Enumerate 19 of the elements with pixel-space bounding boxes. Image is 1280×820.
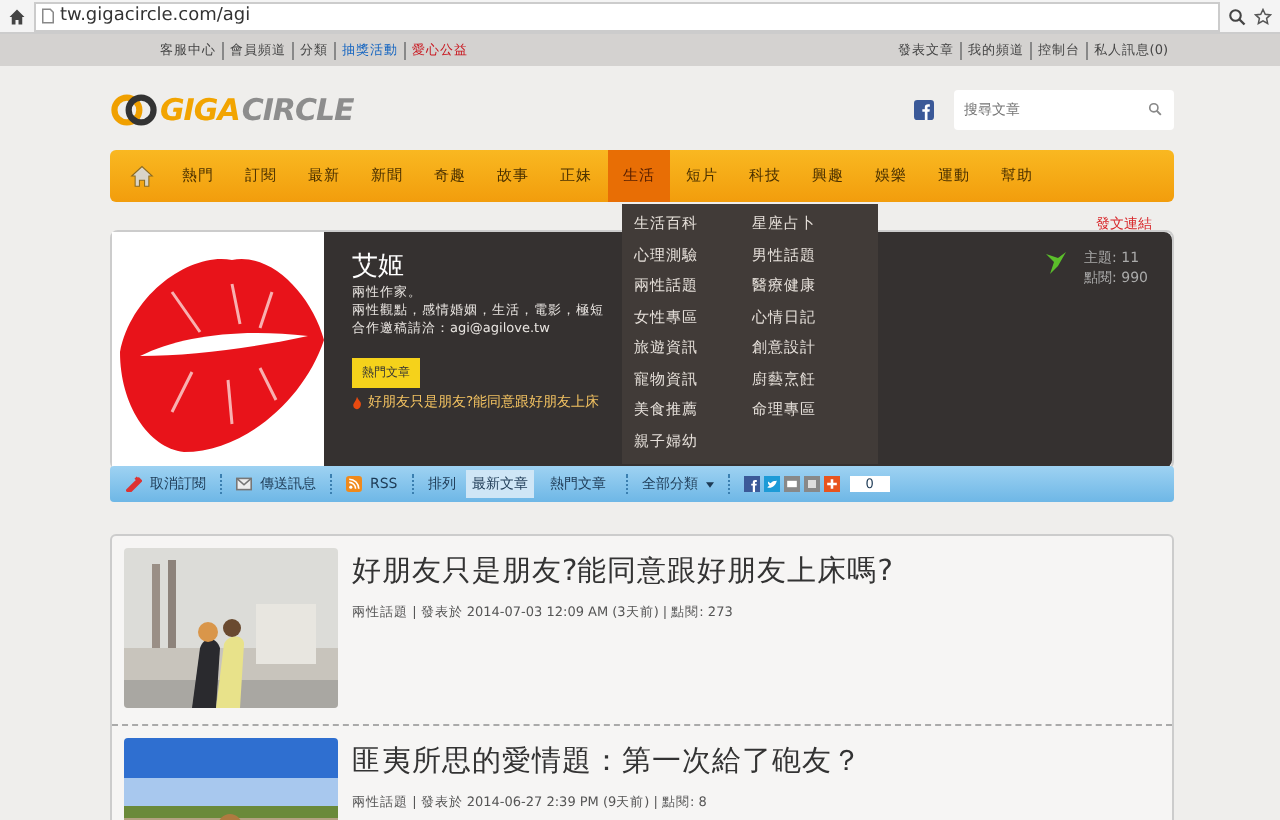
facebook-icon[interactable] xyxy=(914,100,934,120)
zoom-icon[interactable] xyxy=(1228,7,1246,25)
flame-icon xyxy=(352,396,362,410)
caret-icon xyxy=(705,481,714,487)
home-icon[interactable] xyxy=(8,7,26,25)
star-icon[interactable] xyxy=(1254,7,1272,25)
profile-name: 艾姬 xyxy=(352,252,404,284)
address-bar[interactable]: tw.gigacircle.com/agi xyxy=(34,1,1220,31)
rss-icon xyxy=(346,476,362,492)
mail-icon[interactable] xyxy=(783,476,800,492)
plus-icon[interactable] xyxy=(823,476,840,492)
facebook-icon[interactable] xyxy=(743,476,760,492)
print-icon[interactable] xyxy=(803,476,820,492)
article-title[interactable]: 匪夷所思的愛情題：第一次給了砲友？ xyxy=(352,742,862,780)
mail-icon xyxy=(236,476,252,492)
search-icon[interactable] xyxy=(1148,102,1162,116)
twitter-icon[interactable] xyxy=(763,476,780,492)
article-title[interactable]: 好朋友只是朋友?能同意跟好朋友上床嗎? xyxy=(352,552,893,590)
pencil-icon xyxy=(126,476,142,492)
